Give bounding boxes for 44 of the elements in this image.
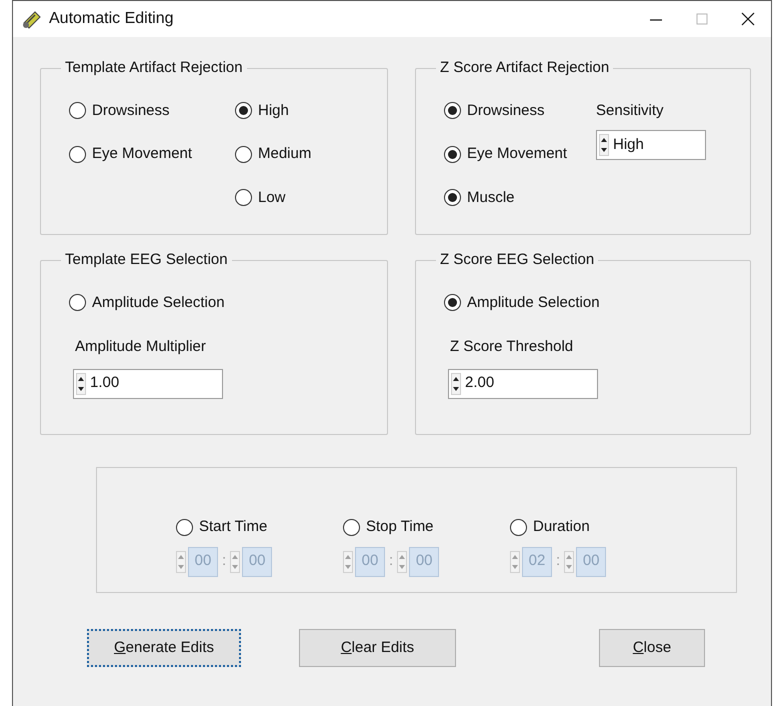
field-label: Amplitude Multiplier (75, 337, 207, 357)
spin-field[interactable]: 2.00 (448, 368, 598, 398)
radio-button[interactable] (444, 189, 461, 206)
radio-label: Drowsiness (467, 100, 545, 120)
radio-label: Duration (533, 517, 590, 537)
radio-label: Stop Time (366, 517, 434, 537)
radio-button[interactable] (69, 146, 86, 163)
radio-label: Muscle (467, 188, 515, 208)
radio-label: Medium (258, 144, 312, 164)
radio-button[interactable] (235, 102, 252, 120)
radio-label: Eye Movement (92, 144, 192, 164)
window-title: Automatic Editing (49, 9, 174, 29)
radio-button[interactable] (235, 146, 252, 163)
radio-label: Start Time (199, 517, 268, 537)
radio-button[interactable] (69, 102, 86, 120)
radio-label: Eye Movement (467, 144, 568, 164)
spin-arrows-icon[interactable] (599, 134, 609, 156)
spin-field[interactable]: 1.00 (73, 368, 223, 398)
group-title: Z Score EEG Selection (439, 250, 596, 270)
dialog-button[interactable]: Close (599, 629, 705, 667)
radio-button[interactable] (444, 294, 461, 312)
spin-arrows-icon[interactable] (451, 372, 461, 394)
radio-button[interactable] (235, 189, 252, 206)
spin-field[interactable]: High (596, 130, 706, 160)
time-separator: : (389, 551, 394, 572)
radio-label: Amplitude Selection (92, 292, 225, 312)
radio-label: Amplitude Selection (467, 292, 600, 312)
spin-arrows-icon[interactable] (76, 372, 86, 394)
radio-label: High (258, 100, 289, 120)
time-separator: : (556, 551, 560, 572)
radio-button[interactable] (444, 102, 461, 120)
radio-label: Drowsiness (92, 100, 170, 120)
radio-button[interactable] (69, 294, 86, 312)
radio-button[interactable] (444, 146, 461, 163)
field-label: Z Score Threshold (450, 337, 574, 357)
sensitivity-label: Sensitivity (596, 100, 665, 120)
time-separator: : (222, 551, 226, 572)
dialog-button[interactable]: Clear Edits (299, 629, 456, 667)
group-title: Template EEG Selection (64, 250, 229, 270)
group-title: Template Artifact Rejection (64, 58, 244, 78)
group-title: Z Score Artifact Rejection (439, 58, 610, 78)
radio-label: Low (258, 188, 286, 208)
app-icon (21, 9, 43, 29)
dialog-button[interactable]: Generate Edits (87, 629, 241, 667)
